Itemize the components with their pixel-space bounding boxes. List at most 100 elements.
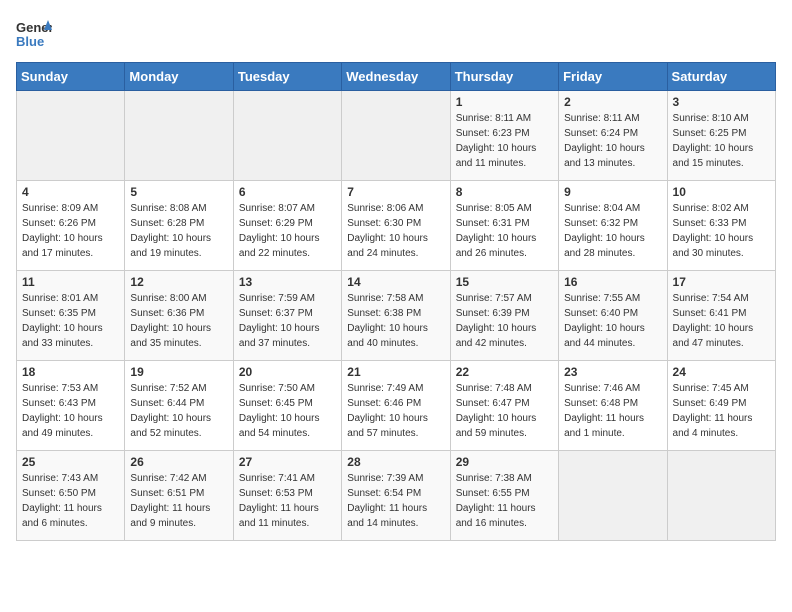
day-cell: 17 Sunrise: 7:54 AM Sunset: 6:41 PM Dayli… bbox=[667, 271, 775, 361]
day-info: Sunrise: 7:41 AM Sunset: 6:53 PM Dayligh… bbox=[239, 471, 336, 531]
day-number: 7 bbox=[347, 185, 444, 199]
day-cell: 8 Sunrise: 8:05 AM Sunset: 6:31 PM Daylig… bbox=[450, 181, 558, 271]
week-row-4: 18Sunrise: 7:53 AM Sunset: 6:43 PM Dayli… bbox=[17, 361, 776, 451]
day-cell: 11 Sunrise: 8:01 AM Sunset: 6:35 PM Dayli… bbox=[17, 271, 125, 361]
day-cell: 15 Sunrise: 7:57 AM Sunset: 6:39 PM Dayli… bbox=[450, 271, 558, 361]
day-cell: 6 Sunrise: 8:07 AM Sunset: 6:29 PM Daylig… bbox=[233, 181, 341, 271]
day-cell bbox=[233, 91, 341, 181]
day-number: 12 bbox=[130, 275, 227, 289]
day-number: 25 bbox=[22, 455, 119, 469]
day-cell: 18Sunrise: 7:53 AM Sunset: 6:43 PM Dayli… bbox=[17, 361, 125, 451]
day-info: Sunrise: 7:42 AM Sunset: 6:51 PM Dayligh… bbox=[130, 471, 227, 531]
day-info: Sunrise: 7:52 AM Sunset: 6:44 PM Dayligh… bbox=[130, 381, 227, 441]
col-header-sunday: Sunday bbox=[17, 63, 125, 91]
day-cell: 4Sunrise: 8:09 AM Sunset: 6:26 PM Daylig… bbox=[17, 181, 125, 271]
day-info: Sunrise: 8:07 AM Sunset: 6:29 PM Dayligh… bbox=[239, 201, 336, 261]
day-cell bbox=[125, 91, 233, 181]
day-info: Sunrise: 8:11 AM Sunset: 6:24 PM Dayligh… bbox=[564, 111, 661, 171]
day-cell: 27Sunrise: 7:41 AM Sunset: 6:53 PM Dayli… bbox=[233, 451, 341, 541]
day-number: 24 bbox=[673, 365, 770, 379]
day-cell: 3 Sunrise: 8:10 AM Sunset: 6:25 PM Daylig… bbox=[667, 91, 775, 181]
day-cell: 10 Sunrise: 8:02 AM Sunset: 6:33 PM Dayli… bbox=[667, 181, 775, 271]
page: General Blue SundayMondayTuesdayWednesda… bbox=[0, 0, 792, 557]
day-number: 5 bbox=[130, 185, 227, 199]
day-number: 23 bbox=[564, 365, 661, 379]
week-row-1: 1 Sunrise: 8:11 AM Sunset: 6:23 PM Daylig… bbox=[17, 91, 776, 181]
day-cell: 12Sunrise: 8:00 AM Sunset: 6:36 PM Dayli… bbox=[125, 271, 233, 361]
day-number: 17 bbox=[673, 275, 770, 289]
day-info: Sunrise: 8:08 AM Sunset: 6:28 PM Dayligh… bbox=[130, 201, 227, 261]
day-cell: 7 Sunrise: 8:06 AM Sunset: 6:30 PM Daylig… bbox=[342, 181, 450, 271]
col-header-thursday: Thursday bbox=[450, 63, 558, 91]
day-info: Sunrise: 7:54 AM Sunset: 6:41 PM Dayligh… bbox=[673, 291, 770, 351]
day-number: 4 bbox=[22, 185, 119, 199]
day-number: 21 bbox=[347, 365, 444, 379]
week-row-5: 25Sunrise: 7:43 AM Sunset: 6:50 PM Dayli… bbox=[17, 451, 776, 541]
day-number: 2 bbox=[564, 95, 661, 109]
day-number: 20 bbox=[239, 365, 336, 379]
day-info: Sunrise: 8:02 AM Sunset: 6:33 PM Dayligh… bbox=[673, 201, 770, 261]
day-number: 13 bbox=[239, 275, 336, 289]
day-info: Sunrise: 7:59 AM Sunset: 6:37 PM Dayligh… bbox=[239, 291, 336, 351]
day-number: 22 bbox=[456, 365, 553, 379]
day-cell bbox=[667, 451, 775, 541]
day-number: 14 bbox=[347, 275, 444, 289]
week-row-3: 11 Sunrise: 8:01 AM Sunset: 6:35 PM Dayli… bbox=[17, 271, 776, 361]
day-number: 28 bbox=[347, 455, 444, 469]
day-number: 11 bbox=[22, 275, 119, 289]
day-info: Sunrise: 7:57 AM Sunset: 6:39 PM Dayligh… bbox=[456, 291, 553, 351]
logo: General Blue bbox=[16, 16, 52, 52]
day-number: 8 bbox=[456, 185, 553, 199]
day-info: Sunrise: 7:45 AM Sunset: 6:49 PM Dayligh… bbox=[673, 381, 770, 441]
day-cell: 20 Sunrise: 7:50 AM Sunset: 6:45 PM Dayli… bbox=[233, 361, 341, 451]
day-cell: 16Sunrise: 7:55 AM Sunset: 6:40 PM Dayli… bbox=[559, 271, 667, 361]
day-cell: 26 Sunrise: 7:42 AM Sunset: 6:51 PM Dayli… bbox=[125, 451, 233, 541]
day-cell bbox=[17, 91, 125, 181]
day-info: Sunrise: 7:39 AM Sunset: 6:54 PM Dayligh… bbox=[347, 471, 444, 531]
day-cell: 24 Sunrise: 7:45 AM Sunset: 6:49 PM Dayli… bbox=[667, 361, 775, 451]
day-info: Sunrise: 8:06 AM Sunset: 6:30 PM Dayligh… bbox=[347, 201, 444, 261]
col-header-friday: Friday bbox=[559, 63, 667, 91]
day-cell: 2 Sunrise: 8:11 AM Sunset: 6:24 PM Daylig… bbox=[559, 91, 667, 181]
day-number: 10 bbox=[673, 185, 770, 199]
day-cell: 13 Sunrise: 7:59 AM Sunset: 6:37 PM Dayli… bbox=[233, 271, 341, 361]
col-header-wednesday: Wednesday bbox=[342, 63, 450, 91]
day-number: 19 bbox=[130, 365, 227, 379]
day-info: Sunrise: 7:49 AM Sunset: 6:46 PM Dayligh… bbox=[347, 381, 444, 441]
svg-text:Blue: Blue bbox=[16, 34, 44, 49]
col-header-saturday: Saturday bbox=[667, 63, 775, 91]
day-number: 3 bbox=[673, 95, 770, 109]
day-cell: 29Sunrise: 7:38 AM Sunset: 6:55 PM Dayli… bbox=[450, 451, 558, 541]
col-header-tuesday: Tuesday bbox=[233, 63, 341, 91]
day-number: 15 bbox=[456, 275, 553, 289]
day-info: Sunrise: 8:10 AM Sunset: 6:25 PM Dayligh… bbox=[673, 111, 770, 171]
day-info: Sunrise: 8:04 AM Sunset: 6:32 PM Dayligh… bbox=[564, 201, 661, 261]
day-info: Sunrise: 7:55 AM Sunset: 6:40 PM Dayligh… bbox=[564, 291, 661, 351]
calendar-table: SundayMondayTuesdayWednesdayThursdayFrid… bbox=[16, 62, 776, 541]
header: General Blue bbox=[16, 16, 776, 52]
day-info: Sunrise: 7:48 AM Sunset: 6:47 PM Dayligh… bbox=[456, 381, 553, 441]
day-info: Sunrise: 7:50 AM Sunset: 6:45 PM Dayligh… bbox=[239, 381, 336, 441]
day-info: Sunrise: 8:05 AM Sunset: 6:31 PM Dayligh… bbox=[456, 201, 553, 261]
day-cell: 9 Sunrise: 8:04 AM Sunset: 6:32 PM Daylig… bbox=[559, 181, 667, 271]
day-number: 26 bbox=[130, 455, 227, 469]
header-row: SundayMondayTuesdayWednesdayThursdayFrid… bbox=[17, 63, 776, 91]
day-info: Sunrise: 7:46 AM Sunset: 6:48 PM Dayligh… bbox=[564, 381, 661, 441]
day-cell bbox=[559, 451, 667, 541]
day-number: 1 bbox=[456, 95, 553, 109]
day-info: Sunrise: 7:53 AM Sunset: 6:43 PM Dayligh… bbox=[22, 381, 119, 441]
day-cell: 5 Sunrise: 8:08 AM Sunset: 6:28 PM Daylig… bbox=[125, 181, 233, 271]
day-number: 9 bbox=[564, 185, 661, 199]
day-info: Sunrise: 7:58 AM Sunset: 6:38 PM Dayligh… bbox=[347, 291, 444, 351]
day-info: Sunrise: 8:01 AM Sunset: 6:35 PM Dayligh… bbox=[22, 291, 119, 351]
day-cell: 19 Sunrise: 7:52 AM Sunset: 6:44 PM Dayli… bbox=[125, 361, 233, 451]
day-info: Sunrise: 8:11 AM Sunset: 6:23 PM Dayligh… bbox=[456, 111, 553, 171]
week-row-2: 4Sunrise: 8:09 AM Sunset: 6:26 PM Daylig… bbox=[17, 181, 776, 271]
logo-icon: General Blue bbox=[16, 16, 52, 52]
day-number: 6 bbox=[239, 185, 336, 199]
day-cell: 23 Sunrise: 7:46 AM Sunset: 6:48 PM Dayli… bbox=[559, 361, 667, 451]
day-number: 29 bbox=[456, 455, 553, 469]
col-header-monday: Monday bbox=[125, 63, 233, 91]
day-cell: 28 Sunrise: 7:39 AM Sunset: 6:54 PM Dayli… bbox=[342, 451, 450, 541]
day-cell: 22 Sunrise: 7:48 AM Sunset: 6:47 PM Dayli… bbox=[450, 361, 558, 451]
